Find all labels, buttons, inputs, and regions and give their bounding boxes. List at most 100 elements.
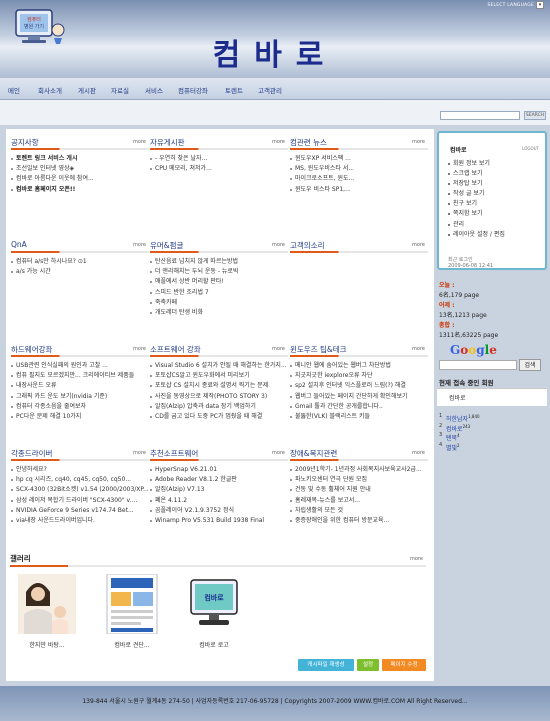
list-item[interactable]: 곰플레이어 V2.1.9.3752 정식 xyxy=(150,506,288,516)
list-item[interactable]: 컴퓨 필지도 모르겠지만... 크리에이티브 제품들 xyxy=(11,371,149,381)
list-item[interactable]: 스피드 반한 조리법 7 xyxy=(150,288,288,298)
more-link[interactable]: more xyxy=(272,450,285,456)
menu-item[interactable]: 관리 xyxy=(448,220,505,230)
page-edit-button[interactable]: 페이지 수정 xyxy=(382,659,426,671)
more-link[interactable]: more xyxy=(133,450,146,456)
ranking-item[interactable]: 4 별빛2 xyxy=(439,441,539,452)
list-item[interactable]: hp cq 시리즈, cq40, cq45, cq50, cq50... xyxy=(11,475,149,485)
list-item[interactable]: 파노키오센터 연극 단원 모집 xyxy=(290,475,428,485)
list-item[interactable]: 애플에서 상반 머리할 판타! xyxy=(150,277,288,287)
list-item[interactable]: NVIDIA GeForce 9 Series v174.74 Bet... xyxy=(11,506,149,516)
list-item[interactable]: HyperSnap V6.21.01 xyxy=(150,465,288,475)
gallery-caption[interactable]: 컴바로 로고 xyxy=(169,640,259,649)
more-link[interactable]: more xyxy=(410,556,423,562)
search-button[interactable]: SEARCH xyxy=(524,111,546,120)
section-title[interactable]: 장애&복지관련 xyxy=(290,448,337,459)
list-item[interactable]: PC다운 문제 해결 10가지 xyxy=(11,412,149,422)
search-input[interactable] xyxy=(440,111,520,120)
section-title[interactable]: 고객의소리 xyxy=(290,240,325,251)
online-user[interactable]: 컴바로 xyxy=(449,393,466,402)
menu-item[interactable]: 친구 보기 xyxy=(448,199,505,209)
list-item[interactable]: 불뚫한(VLK) 블랙리스트 키들 xyxy=(290,412,428,422)
list-item[interactable]: a/s 가능 시간 xyxy=(11,267,149,277)
section-title[interactable]: 하드웨어강좌 xyxy=(11,344,52,355)
section-title[interactable]: 윈도우즈 팁&테크 xyxy=(290,344,347,355)
list-item[interactable]: Gmail 톨과 간단한 공개를합니다.. xyxy=(290,402,428,412)
list-item[interactable]: 포토샵 CS 설치시 종료와 설명서 찍기는 문제 xyxy=(150,381,288,391)
nav-item-main[interactable]: 메인 xyxy=(8,85,20,95)
section-title[interactable]: 공지사항 xyxy=(11,137,39,148)
nav-item-service[interactable]: 서비스 xyxy=(145,85,163,95)
more-link[interactable]: more xyxy=(133,346,146,352)
list-item[interactable]: 안녕하세요? xyxy=(11,465,149,475)
logout-link[interactable]: LOGOUT xyxy=(522,146,539,151)
list-item[interactable]: 삼성 레이저 복합기 드라이버 "SCX-4300" v.... xyxy=(11,496,149,506)
gallery-image[interactable]: 컴바로 xyxy=(185,574,243,634)
more-link[interactable]: more xyxy=(412,346,425,352)
more-link[interactable]: more xyxy=(133,242,146,248)
section-title[interactable]: 유머&펌글 xyxy=(150,240,183,251)
gallery-image[interactable] xyxy=(18,574,76,634)
list-item[interactable]: 컴퓨터 각종소음을 줄여보자 xyxy=(11,402,149,412)
list-item[interactable]: 사진을 동영상으로 제작(PHOTO STORY 3) xyxy=(150,392,288,402)
list-item[interactable]: 중증장애인을 위한 컴퓨터 방문교육... xyxy=(290,516,428,526)
settings-button[interactable]: 설정 xyxy=(357,659,379,671)
nav-item-torrent[interactable]: 토렌트 xyxy=(225,85,243,95)
list-item[interactable]: CPU 메모리, 쳐저가... xyxy=(150,164,288,174)
more-link[interactable]: more xyxy=(272,346,285,352)
list-item[interactable]: 컴바로 홈페이지 오픈!! xyxy=(11,185,149,195)
ranking-item[interactable]: 1 허한남자1,840 xyxy=(439,412,539,423)
list-item[interactable]: MS, 윈도우비스타 서... xyxy=(290,164,428,174)
nav-item-about[interactable]: 회사소개 xyxy=(38,85,62,95)
list-item[interactable]: sp2 설치후 인터넷 익스플로러 느림(?) 해결 xyxy=(290,381,428,391)
list-item[interactable]: USB관련 인식실패의 원인과 고찰 ... xyxy=(11,361,149,371)
more-link[interactable]: more xyxy=(133,139,146,145)
list-item[interactable]: 더 앤리해지는 두뇌 운동 - 뉴로빅 xyxy=(150,267,288,277)
list-item[interactable]: 2009년1학기- 1년과정 사회복지사보육교사2급... xyxy=(290,465,428,475)
list-item[interactable]: 메니안 웹에 숨어있는 웹버그 차단방법 xyxy=(290,361,428,371)
cache-regenerate-button[interactable]: 캐시파일 재생성 xyxy=(298,659,354,671)
menu-item[interactable]: 쪽지함 보기 xyxy=(448,209,505,219)
list-item[interactable]: 그래픽 카드 운도 보기(nvidia 기준) xyxy=(11,392,149,402)
more-link[interactable]: more xyxy=(412,242,425,248)
list-item[interactable]: 죽축카페 xyxy=(150,298,288,308)
menu-item[interactable]: 레이아웃 설정 / 편집 xyxy=(448,230,505,240)
list-item[interactable]: 컴퓨터 a/s만 하시나요? ⊙1 xyxy=(11,257,149,267)
google-search-input[interactable] xyxy=(439,360,517,370)
section-title[interactable]: 추천소프트웨어 xyxy=(150,448,198,459)
section-title[interactable]: 각종드라이버 xyxy=(11,448,52,459)
list-item[interactable]: 컴바로 아름다운 이웃에 참여... xyxy=(11,174,149,184)
more-link[interactable]: more xyxy=(272,242,285,248)
more-link[interactable]: more xyxy=(412,139,425,145)
list-item[interactable]: 웹버그 들어있는 페이지 간단하게 확인해보기 xyxy=(290,392,428,402)
list-item[interactable]: - 우연히 찾은 날자... xyxy=(150,154,288,164)
nav-item-library[interactable]: 자료실 xyxy=(111,85,129,95)
list-item[interactable]: SCX-4300 (32Bit소켓) v1.54 (2000/2003/XP..… xyxy=(11,485,149,495)
list-item[interactable]: 알집(Alzip) 압축과 data 장기 백업하기 xyxy=(150,402,288,412)
list-item[interactable]: via내장 사운드드라이버입니다. xyxy=(11,516,149,526)
section-title[interactable]: 소프트웨어 강좌 xyxy=(150,344,201,355)
chevron-down-icon[interactable]: ▾ xyxy=(536,1,544,9)
ranking-item[interactable]: 3 텐북4 xyxy=(439,431,539,442)
list-item[interactable]: 개도레더 탄생 비화 xyxy=(150,308,288,318)
more-link[interactable]: more xyxy=(412,450,425,456)
list-item[interactable]: 조선일보 인터넷 영상◈ xyxy=(11,164,149,174)
gallery-caption[interactable]: 컴바로 견단... xyxy=(87,640,177,649)
list-item[interactable]: 건동 및 수동 휠체어 지원 안내 xyxy=(290,485,428,495)
list-item[interactable]: 자립생활의 모든 것 xyxy=(290,506,428,516)
section-title[interactable]: 자유게시판 xyxy=(150,137,185,148)
more-link[interactable]: more xyxy=(272,139,285,145)
list-item[interactable]: 지긋지긋한 iexplore오류 차단 xyxy=(290,371,428,381)
list-item[interactable]: Visual Studio 6 설치가 안될 때 해결하는 한가지... xyxy=(150,361,288,371)
google-search-button[interactable]: 검색 xyxy=(519,359,541,371)
list-item[interactable]: CD를 굽고 있다 도중 PC가 멈췄을 때 해결 xyxy=(150,412,288,422)
ranking-item[interactable]: 2 컴바로243 xyxy=(439,422,539,433)
list-item[interactable]: 포토샵CS알고 윈도우화에서 미리보기 xyxy=(150,371,288,381)
list-item[interactable]: Winamp Pro V5.531 Build 1938 Final xyxy=(150,516,288,526)
section-title[interactable]: 컴관련 뉴스 xyxy=(290,137,327,148)
list-item[interactable]: 홈레재복-뉴스를 보고서... xyxy=(290,496,428,506)
list-item[interactable]: 윈도우XP 서비스팩 ... xyxy=(290,154,428,164)
language-selector[interactable]: SELECT LANGUAGE xyxy=(487,3,534,8)
nav-item-customer[interactable]: 고객관리 xyxy=(258,85,282,95)
list-item[interactable]: 내장사운드 오류 xyxy=(11,381,149,391)
